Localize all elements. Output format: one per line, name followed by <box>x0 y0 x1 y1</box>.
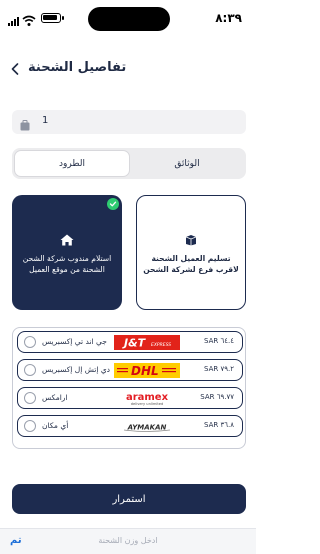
radio-button[interactable] <box>24 336 36 348</box>
keyboard-accessory-bar: ادخل وزن الشحنة تم <box>0 528 256 554</box>
quantity-field[interactable]: 1 <box>12 110 246 134</box>
carrier-name: ارامكس <box>42 393 68 402</box>
page-title: تفاصيل الشحنة <box>28 60 127 75</box>
carrier-option-aymakan[interactable]: أي مكان AYMAKAN SAR ٣٦.٨ <box>17 415 243 437</box>
carrier-price: SAR ٧٩.٢ <box>204 365 234 373</box>
dhl-logo: DHL <box>114 363 180 378</box>
tab-documents[interactable]: الوثائق <box>130 150 244 177</box>
courier-pickup-card[interactable]: استلام مندوب شركة الشحن الشحنة من موقع ا… <box>12 195 122 310</box>
aramex-logo: aramex delivery unlimited <box>114 391 180 406</box>
tab-parcels[interactable]: الطرود <box>14 150 130 177</box>
status-bar: ٨:٣٩ <box>0 0 256 40</box>
svg-text:AYMAKAN: AYMAKAN <box>127 424 167 432</box>
header: تفاصيل الشحنة <box>0 56 256 84</box>
carrier-price: SAR ٦٤.٤ <box>204 337 234 345</box>
carrier-option-jt[interactable]: جي اند تي إكسبريس J&T EXPRESS SAR ٦٤.٤ <box>17 331 243 353</box>
radio-button[interactable] <box>24 392 36 404</box>
continue-button[interactable]: استمرار <box>12 484 246 514</box>
carrier-list: جي اند تي إكسبريس J&T EXPRESS SAR ٦٤.٤ د… <box>12 327 246 449</box>
carrier-option-dhl[interactable]: دي إتش إل إكسبريس DHL SAR ٧٩.٢ <box>17 359 243 381</box>
carrier-price: SAR ٣٦.٨ <box>204 421 234 429</box>
radio-button[interactable] <box>24 420 36 432</box>
cellular-signal-icon <box>8 12 20 26</box>
svg-text:J&T: J&T <box>122 337 147 350</box>
radio-button[interactable] <box>24 364 36 376</box>
branch-dropoff-card[interactable]: تسليم العميل الشحنة لاقرب فرع لشركة الشح… <box>136 195 246 310</box>
status-time: ٨:٣٩ <box>215 11 242 25</box>
package-icon <box>20 116 30 135</box>
carrier-name: جي اند تي إكسبريس <box>42 337 107 346</box>
check-icon <box>107 198 119 210</box>
svg-text:DHL: DHL <box>131 364 159 378</box>
svg-text:EXPRESS: EXPRESS <box>151 342 171 348</box>
courier-pickup-text: استلام مندوب شركة الشحن الشحنة من موقع ا… <box>22 253 112 274</box>
dynamic-island <box>88 7 170 31</box>
aymakan-logo: AYMAKAN <box>114 419 180 434</box>
chevron-left-icon <box>11 60 19 79</box>
done-button[interactable]: تم <box>10 535 22 546</box>
home-icon <box>60 231 74 250</box>
wifi-icon <box>22 12 36 26</box>
svg-text:delivery unlimited: delivery unlimited <box>131 402 164 406</box>
quantity-value: 1 <box>42 115 49 126</box>
weight-input-placeholder[interactable]: ادخل وزن الشحنة <box>0 536 256 545</box>
carrier-option-aramex[interactable]: ارامكس aramex delivery unlimited SAR ٦٩.… <box>17 387 243 409</box>
shipment-type-tabs: الطرود الوثائق <box>12 148 246 179</box>
battery-icon <box>41 13 64 23</box>
branch-dropoff-text: تسليم العميل الشحنة لاقرب فرع لشركة الشح… <box>143 253 239 274</box>
carrier-name: دي إتش إل إكسبريس <box>42 365 111 374</box>
carrier-price: SAR ٦٩.٧٧ <box>200 393 234 401</box>
jt-express-logo: J&T EXPRESS <box>114 335 180 350</box>
box-icon <box>185 231 197 250</box>
back-button[interactable] <box>6 58 24 80</box>
carrier-name: أي مكان <box>42 421 69 430</box>
